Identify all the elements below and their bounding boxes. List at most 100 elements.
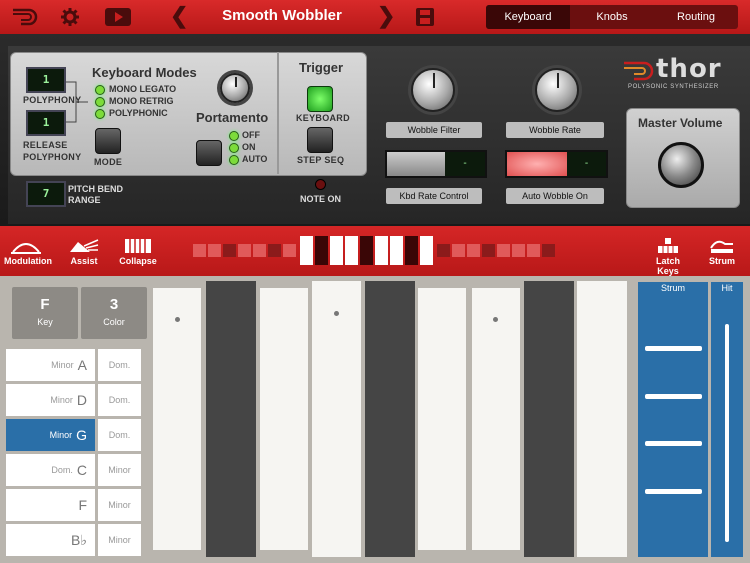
previous-patch-arrow-icon[interactable]: ❮ [170,3,188,29]
chord-alt-button-g[interactable]: Dom. [98,419,141,451]
modulation-button[interactable]: Modulation [4,238,52,266]
collapse-label: Collapse [119,256,157,266]
key-selector[interactable]: F Key [12,287,78,339]
wobble-rate-knob[interactable] [535,68,579,112]
gear-icon[interactable] [58,6,82,28]
range-white-key [300,236,313,265]
chord-alt-button-f[interactable]: Minor [98,489,141,521]
mono-retrig-label: MONO RETRIG [109,96,174,106]
strum-line [645,441,702,446]
range-cell [238,244,251,257]
range-cell [268,244,281,257]
mode-button[interactable] [95,128,121,154]
color-value: 3 [109,296,119,313]
polyphony-display[interactable]: 1 [26,67,66,93]
portamento-auto-led [229,155,239,165]
keyboard-trigger-label: KEYBOARD [296,113,350,123]
piano-black-key[interactable] [524,281,574,557]
panel-divider [277,52,279,174]
collapse-keys-icon [125,239,151,253]
range-cell [452,244,465,257]
chord-button-g[interactable]: Minor G [6,419,95,451]
portamento-auto-label: AUTO [242,154,268,164]
wobble-filter-knob[interactable] [411,68,455,112]
chord-alt-button-c[interactable]: Minor [98,454,141,486]
range-cell [482,244,495,257]
piano-black-key[interactable] [365,281,415,557]
app-logo-icon[interactable] [10,6,40,28]
chord-root: B♭ [71,531,87,548]
assist-button[interactable]: Assist [64,238,104,266]
polyphonic-label: POLYPHONIC [109,108,168,118]
tab-routing[interactable]: Routing [654,5,738,29]
thor-logo-icon [624,61,654,81]
keyboard-trigger-button[interactable] [307,86,333,112]
range-white-key [390,236,403,265]
piano-white-key[interactable] [312,281,361,557]
range-white-key [330,236,343,265]
chord-button-d[interactable]: Minor D [6,384,95,416]
chord-root: A [77,357,87,373]
range-cell [467,244,480,257]
strum-icon [710,240,733,253]
strum-pad[interactable] [638,282,708,557]
chord-alt-button-d[interactable]: Dom. [98,384,141,416]
chord-quality: Minor [51,360,74,370]
range-cell [497,244,510,257]
pitch-bend-label: PITCH BEND RANGE [68,184,124,205]
tab-knobs[interactable]: Knobs [570,5,654,29]
chord-button-c[interactable]: Dom. C [6,454,95,486]
modulation-icon [11,243,41,254]
master-volume-label: Master Volume [638,116,723,130]
collapse-button[interactable]: Collapse [118,238,158,266]
piano-white-key[interactable] [472,288,520,550]
kbd-rate-control-display[interactable]: - [385,150,487,178]
thor-logo: thor POLYSONIC SYNTHESIZER [622,54,740,98]
release-polyphony-display[interactable]: 1 [26,110,66,136]
step-seq-trigger-label: STEP SEQ [297,155,345,165]
portamento-knob[interactable] [220,73,250,103]
strum-line [645,346,702,351]
chord-root: C [76,462,87,478]
chord-root: F [78,497,87,513]
piano-white-key[interactable] [260,288,308,550]
pitch-bend-display[interactable]: 7 [26,181,66,207]
portamento-mode-button[interactable] [196,140,222,166]
tab-keyboard[interactable]: Keyboard [486,5,570,29]
note-on-label: NOTE ON [300,194,342,204]
chord-button-f[interactable]: F [6,489,95,521]
hit-line [725,324,729,542]
polyphony-label: POLYPHONY [23,95,82,105]
mono-retrig-led [95,97,105,107]
keyboard-modes-heading: Keyboard Modes [92,65,197,80]
strum-button[interactable]: Strum [702,238,742,266]
latch-keys-button[interactable]: Latch Keys [644,238,692,276]
chord-alt-button-b-flat[interactable]: Minor [98,524,141,556]
range-cell [542,244,555,257]
chord-button-a[interactable]: Minor A [6,349,95,381]
piano-black-key[interactable] [206,281,256,557]
strum-pad-label: Strum [660,283,685,293]
auto-wobble-label: Auto Wobble On [506,188,604,204]
portamento-off-label: OFF [242,130,260,140]
piano-white-key[interactable] [153,288,201,550]
wobble-rate-label: Wobble Rate [506,122,604,138]
key-label: Key [37,317,53,327]
master-volume-knob[interactable] [658,142,704,188]
chord-quality: Dom. [51,465,73,475]
range-cell [527,244,540,257]
color-selector[interactable]: 3 Color [81,287,147,339]
chord-button-b-flat[interactable]: B♭ [6,524,95,556]
video-play-icon[interactable] [104,6,132,28]
next-patch-arrow-icon[interactable]: ❯ [377,3,395,29]
piano-white-key[interactable] [418,288,466,550]
mono-legato-label: MONO LEGATO [109,84,177,94]
auto-wobble-display[interactable]: - [505,150,608,178]
save-disk-icon[interactable] [414,6,436,28]
auto-wobble-button [507,152,567,176]
key-marker-dot [334,311,339,316]
chord-alt-button-a[interactable]: Dom. [98,349,141,381]
step-seq-trigger-button[interactable] [307,127,333,153]
range-black-key [360,236,373,265]
piano-white-key[interactable] [577,281,627,557]
